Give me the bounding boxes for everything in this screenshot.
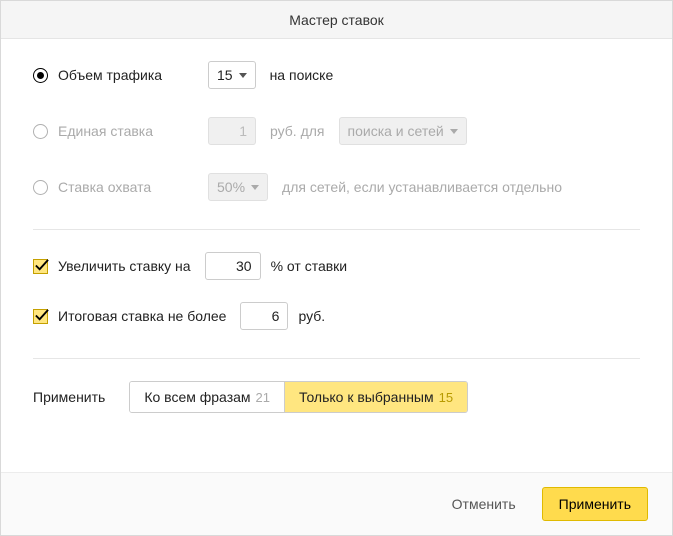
apply-selected-option[interactable]: Только к выбранным 15	[284, 382, 467, 412]
apply-selected-label: Только к выбранным	[299, 389, 434, 405]
increase-percent-input[interactable]	[205, 252, 261, 280]
apply-button[interactable]: Применить	[542, 487, 648, 521]
cancel-button[interactable]: Отменить	[446, 488, 522, 520]
traffic-volume-select[interactable]: 15	[208, 61, 256, 89]
check-icon	[34, 308, 49, 323]
dialog-footer: Отменить Применить	[1, 472, 672, 535]
apply-all-option[interactable]: Ко всем фразам 21	[130, 382, 284, 412]
bid-wizard-dialog: Мастер ставок Объем трафика 15 на поиске…	[0, 0, 673, 536]
option-single-after: руб. для	[270, 123, 325, 139]
increase-after: % от ставки	[271, 258, 348, 274]
apply-all-label: Ко всем фразам	[144, 389, 250, 405]
option-reach-radio[interactable]	[33, 180, 48, 195]
apply-scope-label: Применить	[33, 389, 105, 405]
separator	[33, 358, 640, 359]
check-icon	[34, 258, 49, 273]
reach-percent-select[interactable]: 50%	[208, 173, 268, 201]
maxbid-row: Итоговая ставка не более руб.	[33, 302, 640, 330]
maxbid-input[interactable]	[240, 302, 288, 330]
maxbid-after: руб.	[298, 308, 325, 324]
apply-scope-segmented: Ко всем фразам 21 Только к выбранным 15	[129, 381, 468, 413]
reach-percent-value: 50%	[217, 179, 245, 195]
increase-label: Увеличить ставку на	[58, 258, 191, 274]
single-scope-value: поиска и сетей	[348, 123, 444, 139]
traffic-volume-value: 15	[217, 67, 233, 83]
option-single-radio[interactable]	[33, 124, 48, 139]
option-reach-row: Ставка охвата 50% для сетей, если устана…	[33, 173, 640, 201]
option-traffic-row: Объем трафика 15 на поиске	[33, 61, 640, 89]
maxbid-label: Итоговая ставка не более	[58, 308, 226, 324]
dialog-body: Объем трафика 15 на поиске Единая ставка…	[1, 39, 672, 472]
chevron-down-icon	[251, 185, 259, 190]
chevron-down-icon	[450, 129, 458, 134]
chevron-down-icon	[239, 73, 247, 78]
option-traffic-after: на поиске	[270, 67, 334, 83]
option-single-row: Единая ставка руб. для поиска и сетей	[33, 117, 640, 145]
option-reach-label: Ставка охвата	[58, 179, 208, 195]
dialog-title: Мастер ставок	[1, 1, 672, 39]
increase-row: Увеличить ставку на % от ставки	[33, 252, 640, 280]
option-traffic-label: Объем трафика	[58, 67, 208, 83]
option-reach-after: для сетей, если устанавливается отдельно	[282, 179, 562, 195]
apply-scope-row: Применить Ко всем фразам 21 Только к выб…	[33, 381, 640, 413]
increase-checkbox[interactable]	[33, 259, 48, 274]
apply-selected-count: 15	[439, 390, 453, 405]
single-bid-input[interactable]	[208, 117, 256, 145]
maxbid-checkbox[interactable]	[33, 309, 48, 324]
option-traffic-radio[interactable]	[33, 68, 48, 83]
single-scope-select[interactable]: поиска и сетей	[339, 117, 467, 145]
option-single-label: Единая ставка	[58, 123, 208, 139]
apply-all-count: 21	[256, 390, 270, 405]
separator	[33, 229, 640, 230]
